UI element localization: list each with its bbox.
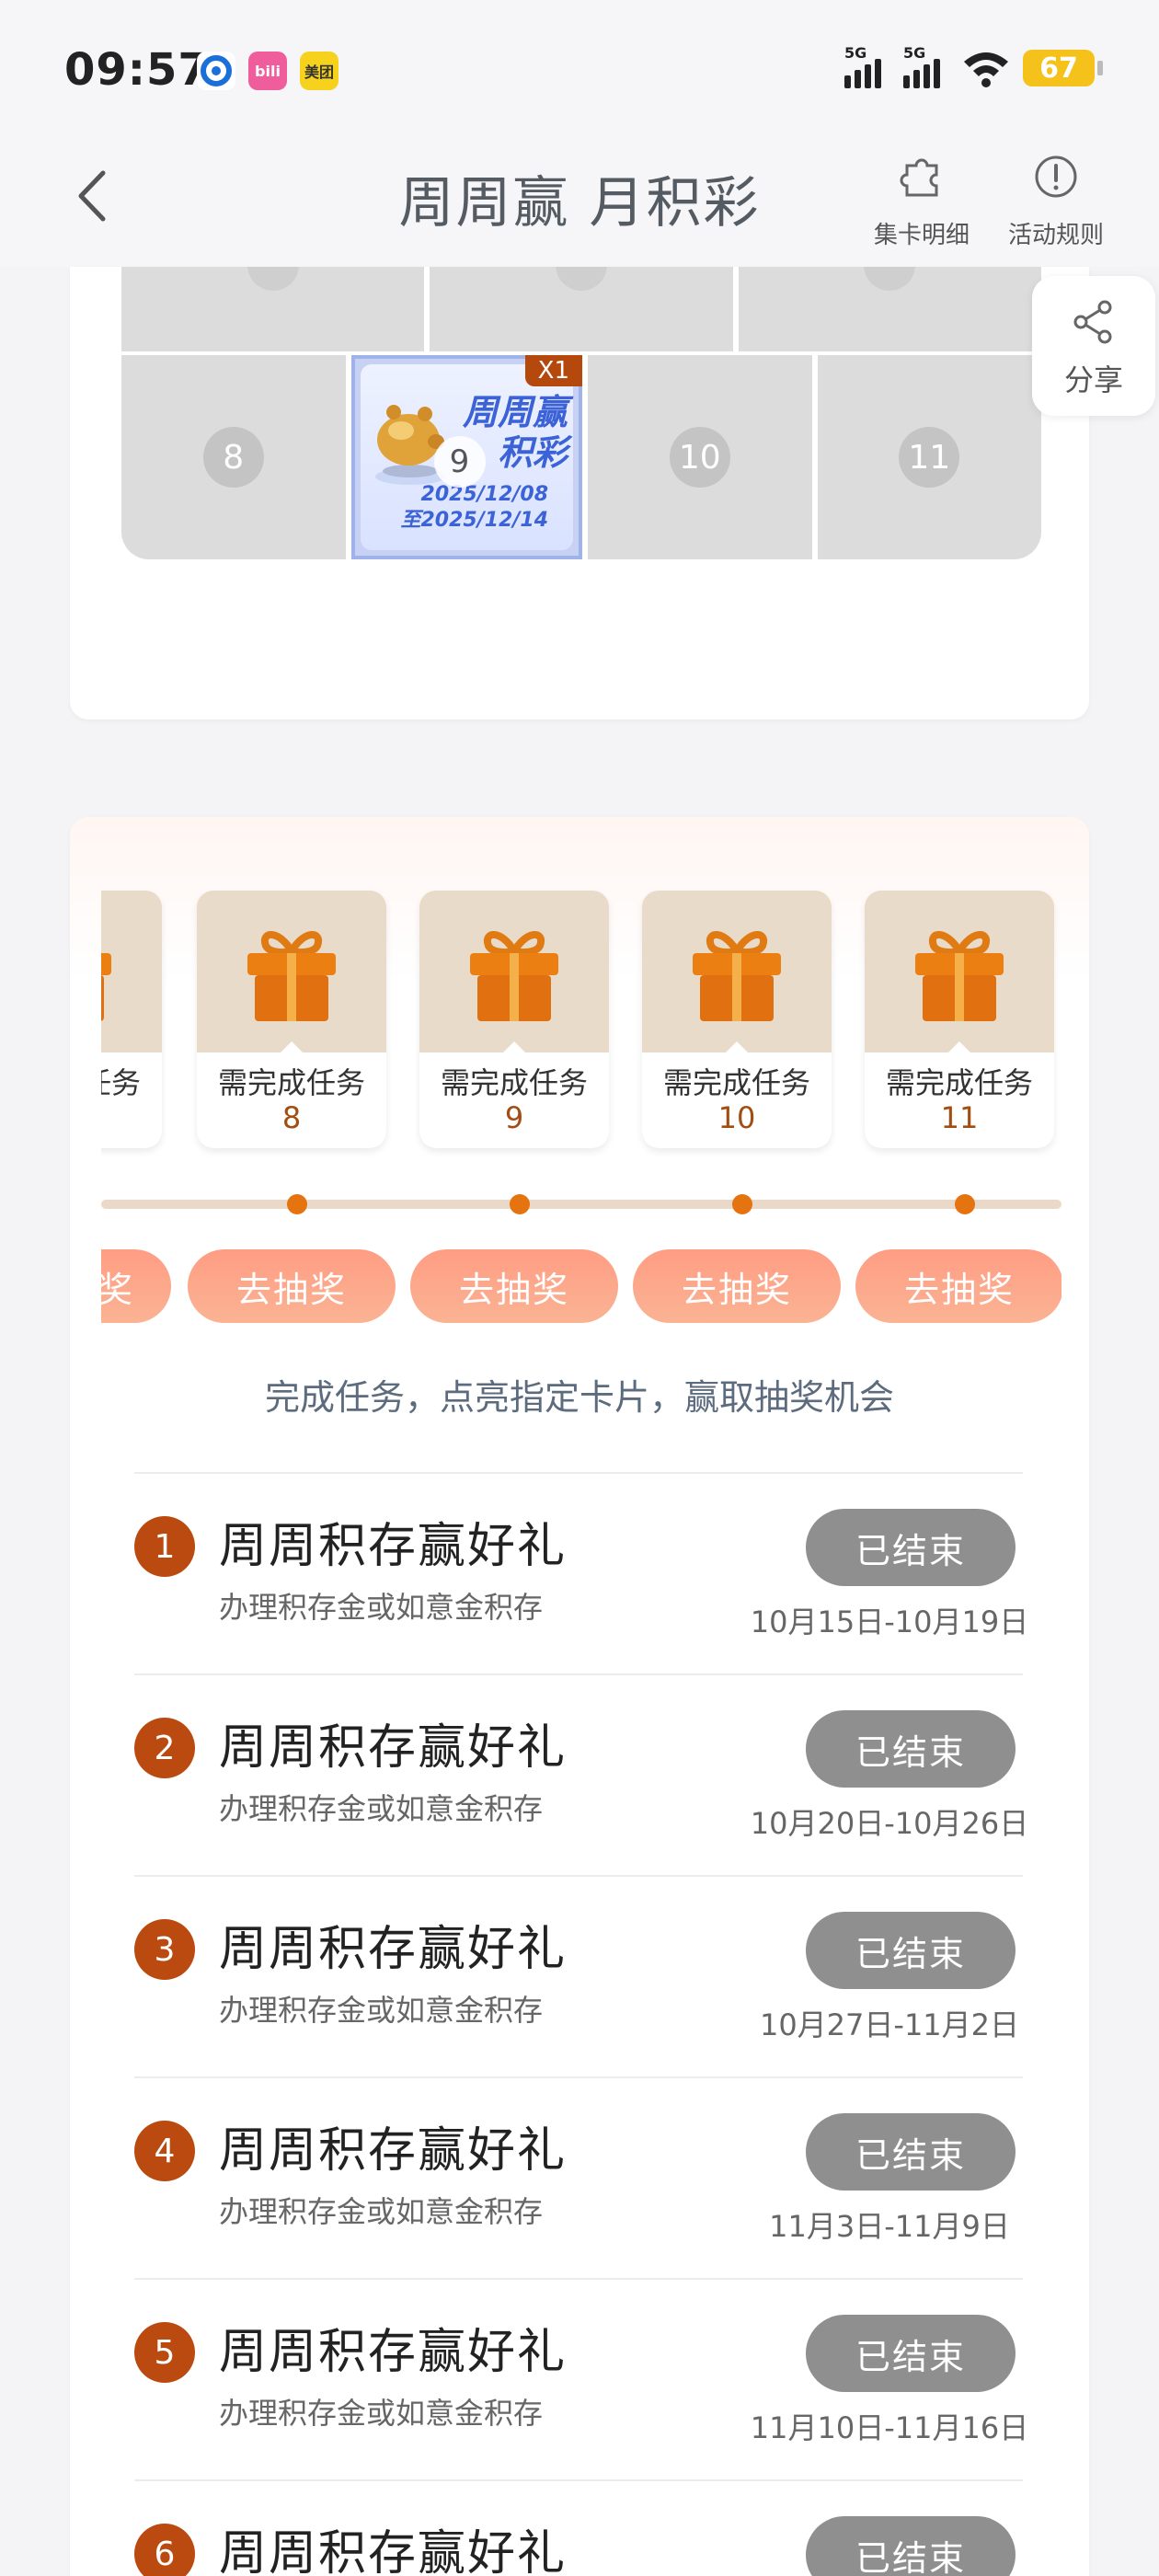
collected-card-title-line: 周周赢 [462,392,568,432]
task-date: 10月20日-10月26日 [750,1806,1029,1841]
task-number: 3 [134,1919,195,1980]
draw-button-row: 奖 去抽奖 去抽奖 去抽奖 去抽奖 [101,817,1061,1369]
task-date: 10月15日-10月19日 [750,1604,1029,1639]
task-number: 1 [134,1516,195,1577]
task-number: 5 [134,2322,195,2383]
card-slot[interactable] [738,267,1041,351]
task-title: 周周积存赢好礼 [219,1720,568,1776]
task-title: 周周积存赢好礼 [219,2123,568,2179]
task-subtitle: 办理积存金或如意金积存 [219,1791,544,1826]
card-slot-8[interactable]: 8 [121,355,346,559]
activity-rules-button[interactable]: 活动规则 [992,149,1120,250]
card-details-label: 集卡明细 [873,222,970,249]
card-grid-row-bottom: 8 X1 9 周周赢 积彩 2025/12/08 至2025/12/14 10 … [121,355,1041,559]
info-circle-icon [1035,155,1077,198]
task-subtitle: 办理积存金或如意金积存 [219,2396,544,2431]
task-item: 1 周周积存赢好礼 办理积存金或如意金积存 已结束 10月15日-10月19日 [134,1472,1028,1673]
system-icons: 5G 5G 67 [844,44,1103,88]
draw-button-label: 奖 [101,1269,134,1310]
activity-rules-label: 活动规则 [1007,222,1104,249]
draw-button[interactable]: 去抽奖 [188,1249,396,1323]
share-button[interactable]: 分享 [1032,276,1155,416]
card-slot[interactable] [121,267,425,351]
task-status-button[interactable]: 已结束 [806,1912,1016,1989]
signal-icon-2: 5G [903,44,949,88]
share-icon [1073,300,1112,344]
task-title: 周周积存赢好礼 [219,2526,568,2576]
card-slot-11[interactable]: 11 [817,355,1041,559]
card-number: 11 [899,427,960,488]
collected-card-date-line: 至2025/12/14 [400,509,549,532]
puzzle-icon [900,158,938,197]
task-status-button[interactable]: 已结束 [806,1509,1016,1586]
bilibili-app-icon: bili [248,52,287,90]
card-count-badge: X1 [524,355,582,386]
task-title: 周周积存赢好礼 [219,1922,568,1977]
card-grid-row-top [121,267,1041,351]
task-item: 2 周周积存赢好礼 办理积存金或如意金积存 已结束 10月20日-10月26日 [134,1673,1028,1875]
draw-button[interactable]: 去抽奖 [633,1249,841,1323]
signal-icon: 5G [844,44,890,88]
task-subtitle: 办理积存金或如意金积存 [219,1590,544,1625]
card-number: 9 [433,436,486,488]
notification-app-icons: bili 美团 [197,52,339,90]
card-slot[interactable] [430,267,733,351]
card-number: 8 [202,427,264,488]
task-title: 周周积存赢好礼 [219,2325,568,2380]
wifi-icon [964,52,1008,87]
draw-button[interactable]: 去抽奖 [410,1249,618,1323]
card-slot-10[interactable]: 10 [588,355,812,559]
lottery-hint: 完成任务，点亮指定卡片，赢取抽奖机会 [264,1377,894,1418]
task-date: 10月27日-11月2日 [759,2007,1020,2042]
task-list: 1 周周积存赢好礼 办理积存金或如意金积存 已结束 10月15日-10月19日 … [134,1472,1028,2576]
task-number: 4 [134,2121,195,2181]
card-slot-9-collected[interactable]: X1 9 周周赢 积彩 2025/12/08 至2025/12/14 [350,355,582,559]
task-number: 2 [134,1718,195,1778]
task-item: 5 周周积存赢好礼 办理积存金或如意金积存 已结束 11月10日-11月16日 [134,2278,1028,2479]
share-label: 分享 [1063,362,1123,397]
collected-card-date: 2025/12/08 至2025/12/14 [401,482,549,534]
status-bar: 09:57 bili 美团 5G 5G 67 [0,0,1159,138]
collected-card-date-line: 2025/12/08 [420,483,549,506]
nav-bar: 周周赢 月积彩 集卡明细 活动规则 [0,138,1159,267]
task-status-button[interactable]: 已结束 [806,2113,1016,2191]
task-status-button[interactable]: 已结束 [806,2315,1016,2392]
task-item: 4 周周积存赢好礼 办理积存金或如意金积存 已结束 11月3日-11月9日 [134,2076,1023,2278]
task-status-button[interactable]: 已结束 [806,2516,1016,2576]
meituan-app-icon: 美团 [300,52,339,90]
card-collection-panel: 8 X1 9 周周赢 积彩 2025/12/08 至2025/12/14 10 … [70,267,1089,719]
task-subtitle: 办理积存金或如意金积存 [219,1993,544,2028]
card-details-button[interactable]: 集卡明细 [857,149,986,250]
task-subtitle: 办理积存金或如意金积存 [219,2194,544,2229]
task-title: 周周积存赢好礼 [219,1519,568,1574]
draw-button-partial[interactable]: 奖 [101,1249,171,1323]
task-date: 11月10日-11月16日 [750,2410,1029,2445]
lottery-task-panel: 需完成任务 7 需完成任务 8 [70,817,1089,2576]
task-item: 3 周周积存赢好礼 办理积存金或如意金积存 已结束 10月27日-11月2日 [134,1875,1023,2076]
task-item: 6 周周积存赢好礼 已结束 [134,2479,1023,2576]
task-date: 11月3日-11月9日 [769,2209,1010,2244]
draw-button[interactable]: 去抽奖 [855,1249,1061,1323]
card-number: 10 [669,427,730,488]
status-time: 09:57 [64,44,210,96]
circle-app-icon [197,52,235,90]
task-number: 6 [134,2524,195,2576]
battery-icon: 67 [1023,50,1103,86]
task-status-button[interactable]: 已结束 [806,1710,1016,1788]
page: 09:57 bili 美团 5G 5G 67 周周赢 月积彩 集卡明细 活动规则… [0,0,1159,2576]
